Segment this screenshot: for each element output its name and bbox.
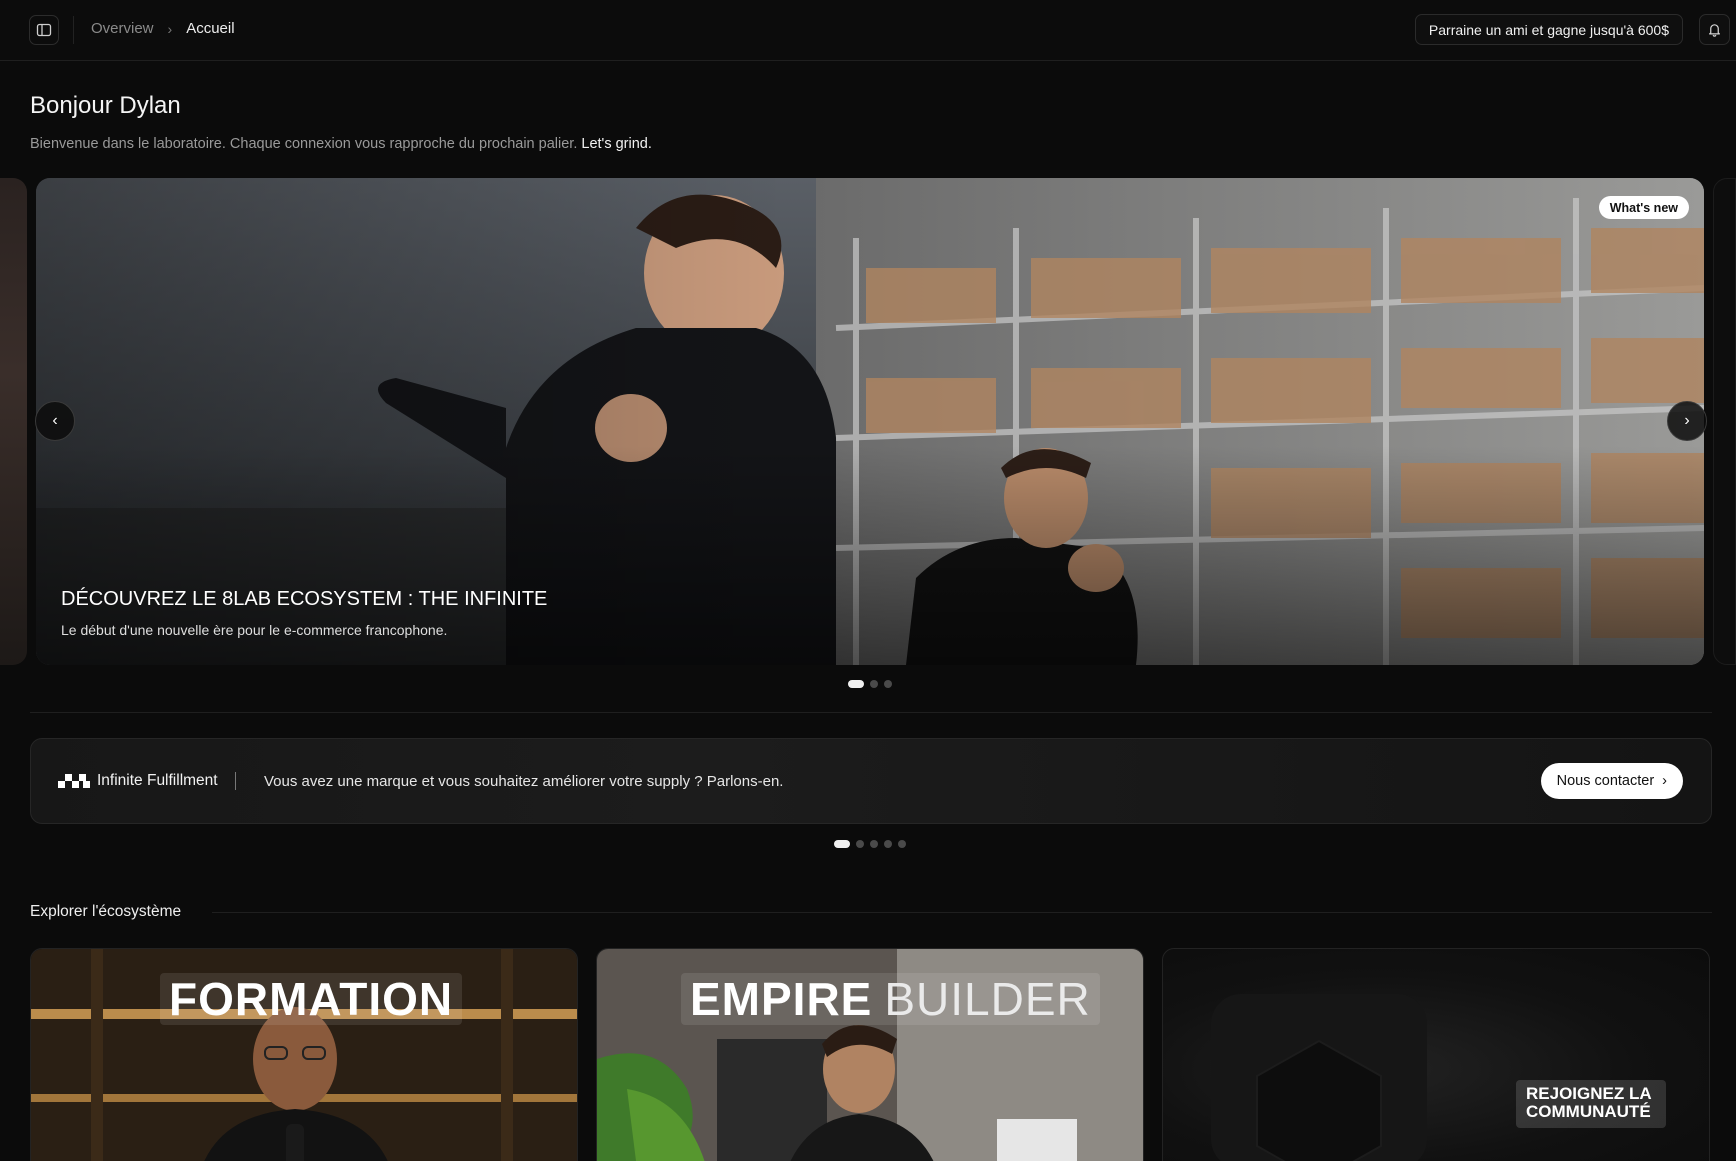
card-empire-title-bold: EMPIRE bbox=[690, 973, 873, 1025]
topbar-divider bbox=[73, 16, 74, 44]
card-formation-title: FORMATION bbox=[160, 973, 463, 1025]
contact-button[interactable]: Nous contacter › bbox=[1540, 763, 1683, 799]
bell-icon bbox=[1709, 24, 1720, 37]
chevron-right-icon: › bbox=[1684, 412, 1690, 429]
welcome-text: Bienvenue dans le laboratoire. Chaque co… bbox=[30, 136, 578, 152]
hero-dot[interactable] bbox=[870, 680, 878, 688]
infinite-fulfillment-logo-icon bbox=[58, 774, 90, 788]
hero-dot[interactable] bbox=[848, 680, 864, 688]
welcome-message: Bienvenue dans le laboratoire. Chaque co… bbox=[30, 136, 652, 152]
breadcrumb-chevron-icon: › bbox=[167, 20, 173, 37]
community-badge-line2: COMMUNAUTÉ bbox=[1526, 1102, 1651, 1121]
banner-text: Vous avez une marque et vous souhaitez a… bbox=[264, 773, 784, 790]
hero-subtitle: Le début d'une nouvelle ère pour le e-co… bbox=[61, 622, 448, 638]
carousel-prev-button[interactable]: ‹ bbox=[35, 401, 75, 441]
welcome-highlight: Let's grind. bbox=[581, 136, 652, 152]
banner-dot[interactable] bbox=[884, 840, 892, 848]
sidebar-toggle-button[interactable] bbox=[29, 15, 59, 45]
card-formation[interactable]: FORMATION bbox=[30, 948, 578, 1161]
whats-new-badge: What's new bbox=[1598, 196, 1689, 219]
contact-button-label: Nous contacter bbox=[1556, 773, 1655, 789]
banner-dot[interactable] bbox=[834, 840, 850, 848]
card-empire-builder-title: EMPIRE BUILDER bbox=[681, 973, 1100, 1025]
banner-dot[interactable] bbox=[870, 840, 878, 848]
explore-divider bbox=[212, 912, 1712, 913]
carousel-next-button[interactable]: › bbox=[1667, 401, 1707, 441]
section-divider bbox=[30, 712, 1712, 713]
chevron-left-icon: ‹ bbox=[52, 412, 58, 429]
breadcrumb: Overview › Accueil bbox=[91, 20, 235, 37]
hero-pagination bbox=[848, 680, 892, 688]
hero-slide[interactable]: What's new DÉCOUVREZ LE 8LAB ECOSYSTEM :… bbox=[36, 178, 1704, 665]
top-bar: Overview › Accueil Parraine un ami et ga… bbox=[0, 0, 1736, 61]
hero-title: DÉCOUVREZ LE 8LAB ECOSYSTEM : THE INFINI… bbox=[61, 588, 548, 610]
hero-next-slide-peek[interactable] bbox=[1713, 178, 1736, 665]
banner-divider bbox=[235, 772, 236, 790]
referral-button[interactable]: Parraine un ami et gagne jusqu'à 600$ bbox=[1414, 14, 1683, 45]
chevron-right-icon: › bbox=[1662, 773, 1667, 789]
banner-dot[interactable] bbox=[898, 840, 906, 848]
breadcrumb-overview[interactable]: Overview bbox=[91, 20, 154, 37]
card-empire-builder[interactable]: EMPIRE BUILDER bbox=[596, 948, 1144, 1161]
banner-brand: Infinite Fulfillment bbox=[97, 772, 218, 789]
banner-dot[interactable] bbox=[856, 840, 864, 848]
card-empire-title-light: BUILDER bbox=[884, 973, 1091, 1025]
community-badge-line1: REJOIGNEZ LA bbox=[1526, 1084, 1652, 1103]
explore-section-title: Explorer l'écosystème bbox=[30, 903, 182, 920]
breadcrumb-current: Accueil bbox=[186, 20, 235, 37]
sidebar-toggle-icon bbox=[36, 23, 52, 37]
page-title: Bonjour Dylan bbox=[30, 92, 181, 119]
notifications-button[interactable] bbox=[1699, 14, 1730, 45]
card-community[interactable]: REJOIGNEZ LA COMMUNAUTÉ bbox=[1162, 948, 1710, 1161]
hero-dot[interactable] bbox=[884, 680, 892, 688]
fulfillment-banner: Infinite Fulfillment Vous avez une marqu… bbox=[30, 738, 1712, 824]
community-badge: REJOIGNEZ LA COMMUNAUTÉ bbox=[1516, 1080, 1666, 1128]
hero-previous-slide-peek[interactable] bbox=[0, 178, 27, 665]
banner-pagination bbox=[834, 840, 906, 848]
community-hexagon-icon bbox=[1211, 994, 1427, 1161]
